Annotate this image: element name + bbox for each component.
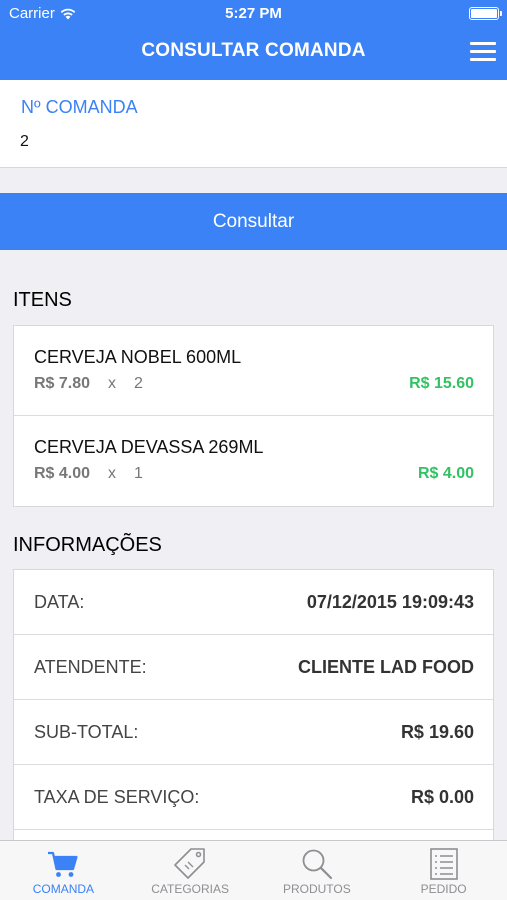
status-bar: Carrier 5:27 PM: [0, 0, 507, 28]
comanda-label: Nº COMANDA: [21, 97, 138, 117]
info-list: DATA: 07/12/2015 19:09:43 ATENDENTE: CLI…: [13, 569, 494, 854]
menu-button[interactable]: [470, 41, 496, 61]
info-value: R$ 19.60: [400, 722, 474, 742]
cart-icon: [48, 851, 78, 877]
list-item[interactable]: CERVEJA DEVASSA 269ML R$ 4.00 x 1 R$ 4.0…: [14, 416, 493, 506]
item-total: R$ 15.60: [409, 375, 474, 392]
item-quantity: 2: [134, 375, 143, 392]
item-unit-price: R$ 4.00: [34, 465, 91, 482]
hamburger-menu-icon: [470, 42, 496, 45]
info-value: CLIENTE LAD FOOD: [298, 657, 474, 677]
info-row-subtotal: SUB-TOTAL: R$ 19.60: [14, 700, 493, 765]
comanda-field: Nº COMANDA: [0, 80, 507, 168]
info-label: TAXA DE SERVIÇO:: [34, 787, 200, 807]
tab-comanda[interactable]: COMANDA: [0, 841, 127, 900]
tab-label: PRODUTOS: [282, 882, 351, 896]
list-item[interactable]: CERVEJA NOBEL 600ML R$ 7.80 x 2 R$ 15.60: [14, 326, 493, 416]
tab-produtos[interactable]: PRODUTOS: [254, 841, 381, 900]
consultar-button[interactable]: Consultar: [0, 193, 507, 250]
info-row-atendente: ATENDENTE: CLIENTE LAD FOOD: [14, 635, 493, 700]
info-label: ATENDENTE:: [34, 657, 147, 677]
tab-label: PEDIDO: [420, 882, 467, 896]
battery-icon: [469, 7, 502, 20]
info-label: DATA:: [34, 592, 85, 612]
items-list: CERVEJA NOBEL 600ML R$ 7.80 x 2 R$ 15.60…: [13, 325, 494, 507]
comanda-input[interactable]: [20, 130, 490, 154]
info-row-taxa-servico: TAXA DE SERVIÇO: R$ 0.00: [14, 765, 493, 830]
info-label: SUB-TOTAL:: [34, 722, 139, 742]
item-detail: R$ 7.80 x 2: [34, 375, 143, 393]
items-section-title: ITENS: [13, 289, 72, 311]
list-icon: [429, 848, 458, 880]
item-detail: R$ 4.00 x 1: [34, 465, 143, 483]
search-icon: [302, 849, 332, 880]
page-title: CONSULTAR COMANDA: [141, 40, 366, 61]
status-time: 5:27 PM: [225, 5, 282, 22]
tab-categorias[interactable]: CATEGORIAS: [127, 841, 254, 900]
info-value: 07/12/2015 19:09:43: [306, 592, 474, 612]
navigation-header: Carrier 5:27 PM CONSULTAR COMANDA: [0, 0, 507, 80]
tag-icon: [174, 848, 205, 879]
item-name: CERVEJA DEVASSA 269ML: [34, 437, 264, 457]
item-quantity: 1: [134, 465, 143, 482]
info-section-title: INFORMAÇÕES: [13, 534, 162, 556]
info-row-data: DATA: 07/12/2015 19:09:43: [14, 570, 493, 635]
tab-label: COMANDA: [32, 882, 95, 896]
item-name: CERVEJA NOBEL 600ML: [34, 347, 242, 367]
item-times-sign: x: [108, 465, 117, 482]
tab-pedido[interactable]: PEDIDO: [380, 841, 507, 900]
item-total: R$ 4.00: [417, 465, 474, 482]
item-unit-price: R$ 7.80: [34, 375, 91, 392]
tab-bar: COMANDA CATEGORIAS PRODUTOS PEDIDO: [0, 840, 507, 900]
tab-label: CATEGORIAS: [151, 882, 230, 896]
info-value: R$ 0.00: [410, 787, 474, 807]
item-times-sign: x: [108, 375, 117, 392]
